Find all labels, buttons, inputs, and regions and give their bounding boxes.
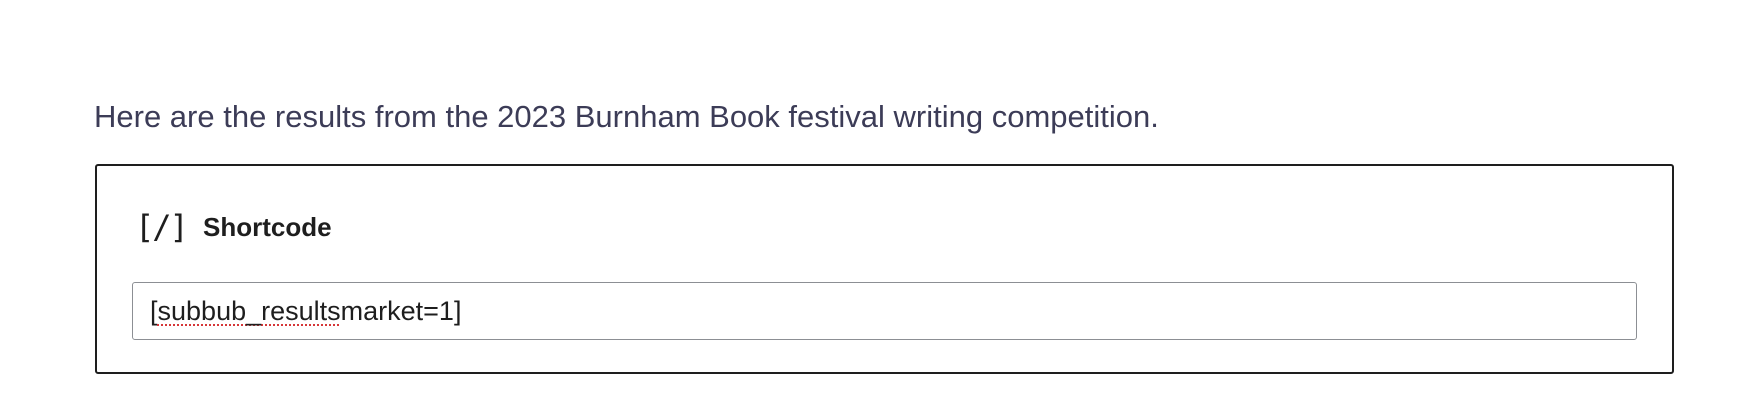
intro-paragraph[interactable]: Here are the results from the 2023 Burnh… [94, 93, 1159, 141]
shortcode-icon: [/] [135, 208, 189, 246]
shortcode-value-misspelled: subbub_results [157, 295, 341, 326]
shortcode-block[interactable]: [/] Shortcode [subbub_results market=1] [95, 164, 1674, 374]
shortcode-input[interactable]: [subbub_results market=1] [132, 282, 1637, 340]
shortcode-value-prefix: [ [150, 295, 158, 326]
shortcode-block-header: [/] Shortcode [135, 204, 332, 250]
shortcode-value-suffix: market=1] [340, 295, 462, 326]
shortcode-block-label: Shortcode [203, 211, 332, 242]
